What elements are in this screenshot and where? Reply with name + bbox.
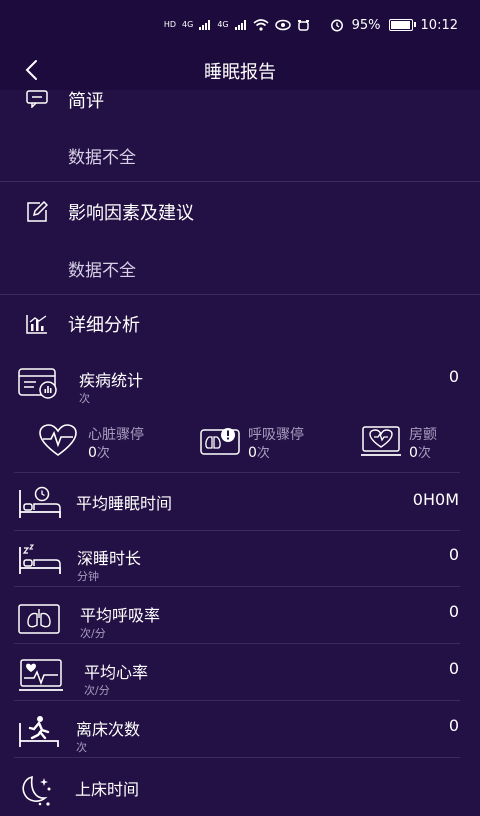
edit-note-icon — [27, 201, 48, 222]
clock-time: 10:12 — [420, 17, 458, 33]
divider — [14, 643, 460, 644]
eye-comfort-icon — [274, 19, 291, 31]
summary-note: 数据不全 — [68, 148, 136, 168]
deep-sleep-value: 0 — [448, 545, 459, 564]
cardiac-arrest-count: 0次 — [88, 445, 110, 461]
alarm-clock-icon — [330, 19, 343, 32]
alarm-icon — [297, 19, 309, 31]
bar-chart-icon — [26, 315, 47, 334]
avg-breath-rate-row[interactable]: 平均呼吸率 次/分 0 — [0, 588, 480, 644]
disease-stats-row[interactable]: 疾病统计 次 0 — [0, 356, 480, 412]
signal-icon — [199, 20, 211, 30]
factors-title: 影响因素及建议 — [68, 203, 194, 224]
deep-sleep-unit: 分钟 — [77, 570, 99, 583]
atrial-fibrillation-label: 房颤 — [409, 427, 437, 443]
summary-title: 简评 — [68, 91, 104, 112]
lungs-alert-icon — [200, 428, 240, 455]
comment-icon — [26, 90, 48, 108]
respiratory-arrest-stat: 呼吸骤停 0次 — [200, 424, 350, 461]
battery-percent: 95% — [351, 17, 381, 33]
factors-section-header: 影响因素及建议 — [0, 192, 480, 232]
heart-pulse-icon — [39, 424, 77, 456]
divider — [0, 181, 480, 182]
factors-note: 数据不全 — [68, 261, 136, 281]
disease-stats-label: 疾病统计 — [79, 371, 144, 390]
signal-icon — [234, 20, 246, 30]
status-icons: HD 4G 4G — [164, 19, 310, 32]
analysis-title: 详细分析 — [68, 315, 140, 336]
bedtime-row[interactable]: 上床时间 — [0, 760, 480, 816]
divider — [14, 472, 460, 473]
avg-breath-rate-label: 平均呼吸率 — [80, 606, 161, 625]
avg-breath-rate-unit: 次/分 — [80, 627, 106, 640]
divider — [14, 586, 460, 587]
divider — [14, 700, 460, 701]
avg-heart-rate-label: 平均心率 — [84, 663, 149, 682]
avg-sleep-time-row[interactable]: 平均睡眠时间 0H0M — [0, 474, 480, 530]
hd-icon: HD — [163, 20, 177, 29]
avg-heart-rate-value: 0 — [448, 659, 459, 678]
heart-rate-monitor-icon — [19, 659, 63, 691]
avg-sleep-time-label: 平均睡眠时间 — [76, 494, 173, 513]
divider — [0, 294, 480, 295]
disease-stats-unit: 次 — [79, 392, 90, 405]
disease-stats-value: 0 — [448, 367, 459, 386]
avg-heart-rate-unit: 次/分 — [84, 684, 110, 697]
respiratory-arrest-count: 0次 — [248, 445, 270, 461]
report-card-icon — [18, 368, 57, 399]
lungs-icon — [18, 604, 60, 634]
summary-section-header: 简评 — [0, 80, 480, 120]
wifi-icon — [253, 19, 269, 31]
cardiac-arrest-stat: 心脏骤停 0次 — [38, 424, 188, 461]
leave-bed-label: 离床次数 — [76, 720, 141, 739]
divider — [14, 757, 460, 758]
avg-sleep-time-value: 0H0M — [412, 490, 459, 509]
analysis-section-header: 详细分析 — [0, 304, 480, 344]
cardiac-arrest-label: 心脏骤停 — [88, 427, 144, 443]
leave-bed-row[interactable]: 离床次数 次 0 — [0, 702, 480, 758]
heart-monitor-icon — [361, 426, 401, 456]
leave-bed-unit: 次 — [76, 741, 87, 754]
network-4g-icon: 4G — [217, 20, 229, 29]
moon-stars-icon — [22, 775, 51, 806]
avg-breath-rate-value: 0 — [448, 602, 459, 621]
avg-heart-rate-row[interactable]: 平均心率 次/分 0 — [0, 645, 480, 701]
leave-bed-value: 0 — [448, 716, 459, 735]
battery-icon — [388, 19, 416, 31]
deep-sleep-row[interactable]: 深睡时长 分钟 0 — [0, 531, 480, 587]
network-4g-icon: 4G — [182, 20, 194, 29]
deep-sleep-label: 深睡时长 — [77, 549, 142, 568]
status-bar: HD 4G 4G 95% 10:12 — [0, 0, 480, 50]
leave-bed-icon — [19, 716, 59, 747]
atrial-fibrillation-stat: 房颤 0次 — [360, 424, 470, 461]
deep-sleep-bed-icon — [19, 544, 61, 574]
bed-clock-icon — [19, 486, 61, 518]
atrial-fibrillation-count: 0次 — [409, 445, 431, 461]
bedtime-label: 上床时间 — [75, 780, 140, 799]
respiratory-arrest-label: 呼吸骤停 — [248, 427, 304, 443]
